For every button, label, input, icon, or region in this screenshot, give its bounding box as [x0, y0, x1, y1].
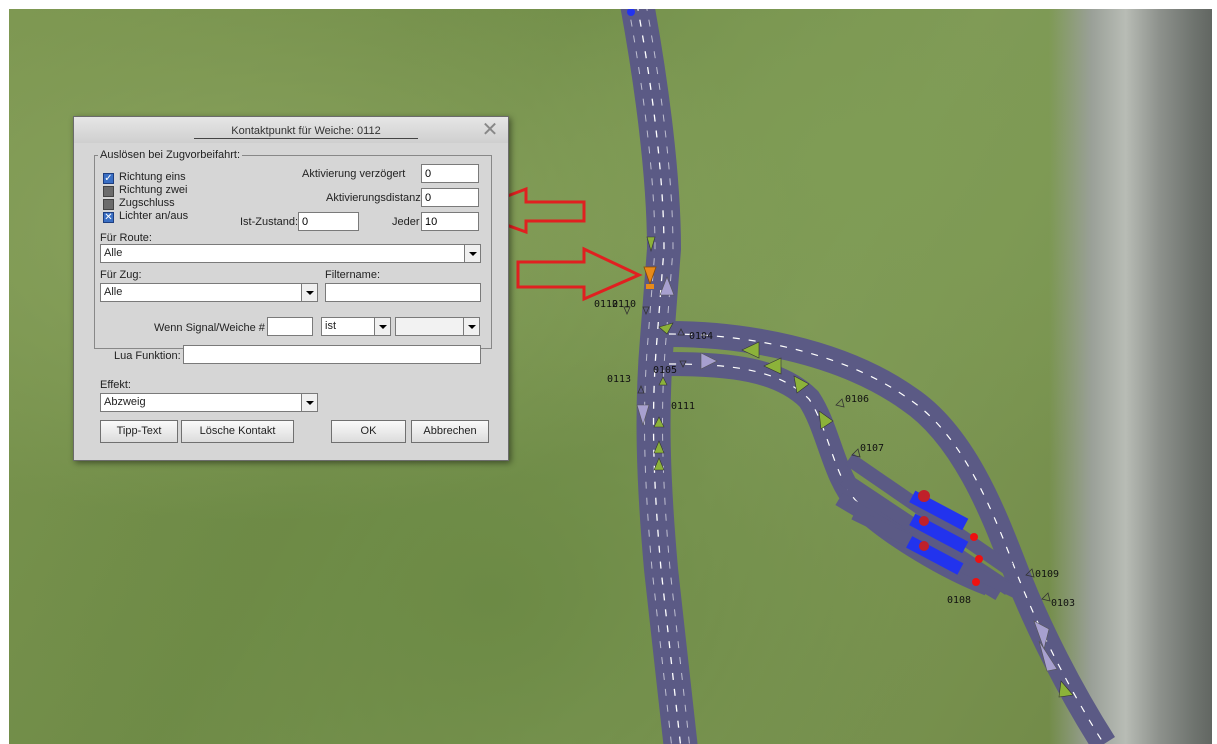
chevron-down-icon[interactable] — [301, 284, 317, 301]
signal-state-select[interactable] — [395, 317, 480, 336]
annotation-arrow-right — [516, 246, 643, 302]
label-lua: Lua Funktion: — [114, 350, 181, 362]
input-signal-number[interactable] — [267, 317, 313, 336]
input-ist-zustand[interactable]: 0 — [298, 212, 359, 231]
input-aktivierung-verzoegert[interactable]: 0 — [421, 164, 479, 183]
checkbox-zugschluss[interactable] — [103, 199, 114, 210]
close-icon[interactable]: ✕ — [480, 120, 500, 140]
tipp-text-button[interactable]: Tipp-Text — [100, 420, 178, 443]
label-jeder: Jeder — [392, 216, 420, 228]
input-jeder[interactable]: 10 — [421, 212, 479, 231]
input-aktivierungsdistanz[interactable]: 0 — [421, 188, 479, 207]
chevron-down-icon[interactable] — [464, 245, 480, 262]
dialog-title: Kontaktpunkt für Weiche: 0112 — [194, 125, 418, 139]
signal-op-select[interactable]: ist — [321, 317, 391, 336]
cancel-button[interactable]: Abbrechen — [411, 420, 489, 443]
label-zug: Für Zug: — [100, 269, 142, 281]
input-filtername[interactable] — [325, 283, 481, 302]
signal-op-value: ist — [325, 320, 336, 332]
checkbox-label-richtung-eins: Richtung eins — [119, 171, 186, 183]
label-0105: 0105 — [653, 365, 677, 376]
checkbox-label-zugschluss: Zugschluss — [119, 197, 175, 209]
chevron-down-icon[interactable] — [374, 318, 390, 335]
input-lua[interactable] — [183, 345, 481, 364]
label-0103: 0103 — [1051, 598, 1075, 609]
label-effekt: Effekt: — [100, 379, 131, 391]
effekt-select-value: Abzweig — [104, 396, 146, 408]
chevron-down-icon[interactable] — [463, 318, 479, 335]
label-0113: 0113 — [607, 374, 631, 385]
label-route: Für Route: — [100, 232, 152, 244]
checkbox-lichter[interactable]: ✕ — [103, 212, 114, 223]
label-0104: 0104 — [689, 331, 713, 342]
label-0106: 0106 — [845, 394, 869, 405]
zug-select[interactable]: Alle — [100, 283, 318, 302]
chevron-down-icon[interactable] — [301, 394, 317, 411]
trigger-group-label: Auslösen bei Zugvorbeifahrt: — [98, 149, 243, 161]
label-aktivierung-verzoegert: Aktivierung verzögert — [302, 168, 406, 180]
label-signal: Wenn Signal/Weiche # — [154, 322, 265, 334]
main-road — [620, 9, 698, 744]
route-select[interactable]: Alle — [100, 244, 481, 263]
label-filtername: Filtername: — [325, 269, 381, 281]
checkbox-label-lichter: Lichter an/aus — [119, 210, 189, 222]
route-select-value: Alle — [104, 247, 123, 259]
checkbox-richtung-zwei[interactable] — [103, 186, 114, 197]
effekt-select[interactable]: Abzweig — [100, 393, 318, 412]
map-viewport[interactable]: 0112 0110 0104 0105 0113 0111 0106 0107 … — [9, 9, 1212, 744]
checkbox-label-richtung-zwei: Richtung zwei — [119, 184, 188, 196]
label-aktivierungsdistanz: Aktivierungsdistanz — [326, 192, 421, 204]
label-0108: 0108 — [947, 595, 971, 606]
contact-point-dialog: Kontaktpunkt für Weiche: 0112 ✕ Auslösen… — [73, 116, 509, 461]
label-0109: 0109 — [1035, 569, 1059, 580]
dialog-titlebar[interactable]: Kontaktpunkt für Weiche: 0112 ✕ — [74, 117, 508, 143]
vehicles — [627, 9, 983, 586]
label-0107: 0107 — [860, 443, 884, 454]
delete-contact-button[interactable]: Lösche Kontakt — [181, 420, 294, 443]
checkbox-richtung-eins[interactable]: ✓ — [103, 173, 114, 184]
ok-button[interactable]: OK — [331, 420, 406, 443]
label-0111: 0111 — [671, 401, 695, 412]
zug-select-value: Alle — [104, 286, 123, 298]
label-0110: 0110 — [612, 299, 636, 310]
label-ist-zustand: Ist-Zustand: — [240, 216, 299, 228]
